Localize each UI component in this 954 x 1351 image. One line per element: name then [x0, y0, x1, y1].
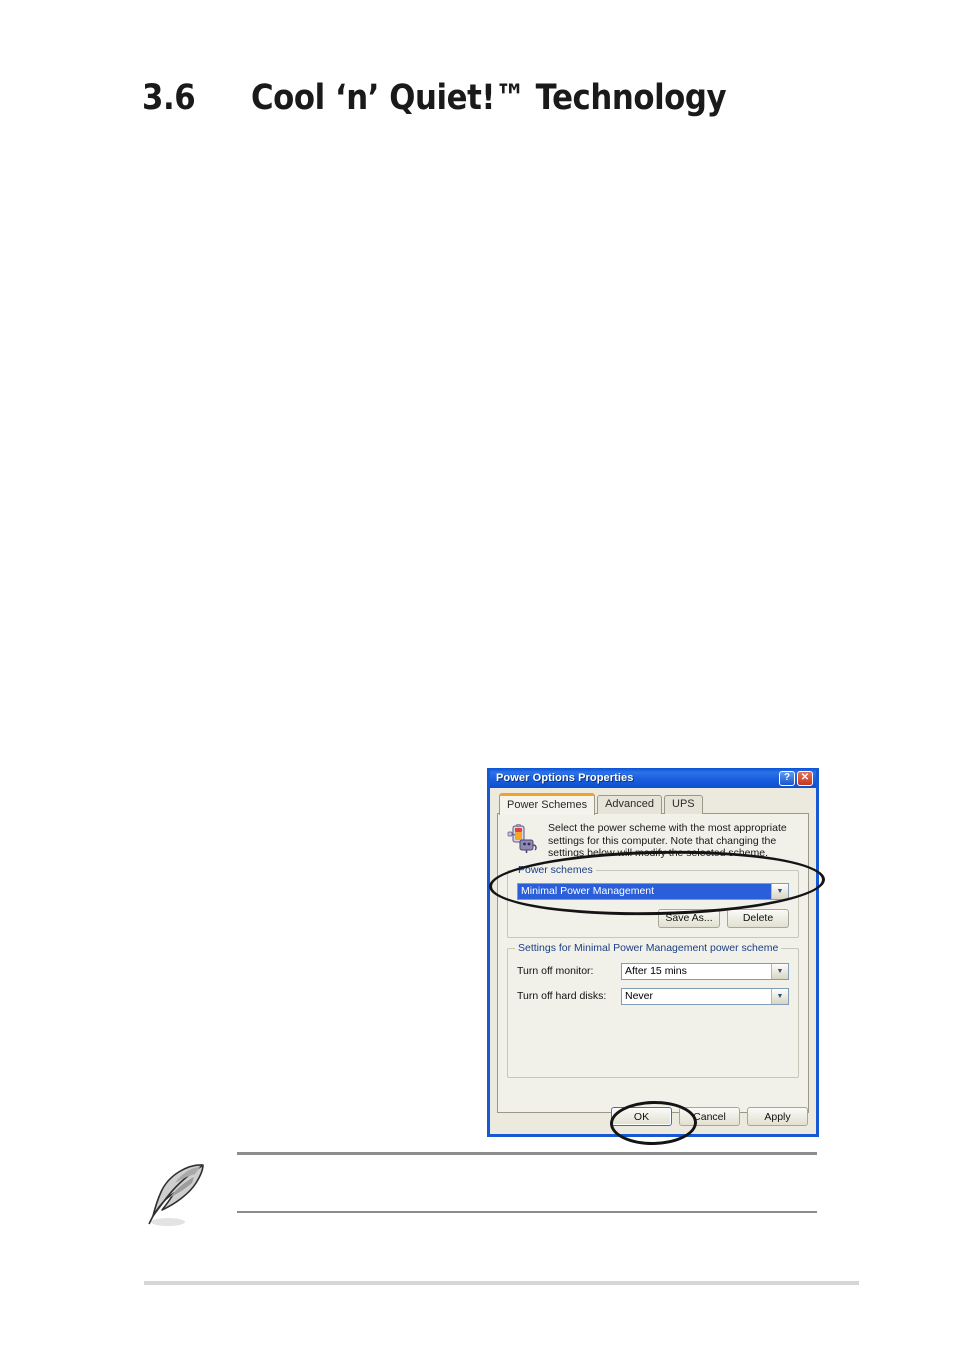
power-scheme-selected-value: Minimal Power Management: [518, 883, 771, 899]
section-title: Cool ‘n’ Quiet!™ Technology: [250, 78, 727, 118]
ok-button[interactable]: OK: [611, 1107, 672, 1126]
power-scheme-select[interactable]: Minimal Power Management ▼: [517, 882, 789, 900]
close-icon[interactable]: ✕: [797, 770, 813, 786]
dialog-title: Power Options Properties: [496, 772, 634, 784]
turn-off-monitor-row: Turn off monitor: After 15 mins ▼: [517, 962, 789, 980]
note-text: [237, 1155, 817, 1211]
description-row: Select the power scheme with the most ap…: [507, 822, 799, 860]
section-number: 3.6: [142, 78, 196, 118]
footer-rule: [144, 1281, 859, 1285]
cancel-button[interactable]: Cancel: [679, 1107, 740, 1126]
power-schemes-group-title: Power schemes: [515, 863, 596, 876]
save-as-button[interactable]: Save As...: [658, 908, 720, 928]
note-body: [237, 1152, 817, 1213]
settings-groupbox: Settings for Minimal Power Management po…: [507, 941, 799, 1078]
dialog-action-bar: OK Cancel Apply: [611, 1107, 808, 1126]
chevron-down-icon[interactable]: ▼: [771, 988, 788, 1004]
tab-power-schemes[interactable]: Power Schemes: [499, 793, 596, 815]
power-schemes-groupbox: Power schemes Minimal Power Management ▼…: [507, 863, 799, 938]
turn-off-monitor-select[interactable]: After 15 mins ▼: [621, 962, 789, 980]
dialog-body: Power Schemes Advanced UPS Select the po…: [490, 788, 816, 1134]
chevron-down-icon[interactable]: ▼: [771, 963, 788, 979]
tab-page-power-schemes: Select the power scheme with the most ap…: [497, 813, 809, 1113]
delete-button[interactable]: Delete: [727, 908, 789, 928]
scheme-buttons: Save As... Delete: [517, 908, 789, 928]
apply-button[interactable]: Apply: [747, 1107, 808, 1126]
note-rule-bottom: [237, 1211, 817, 1213]
tab-ups[interactable]: UPS: [664, 795, 703, 814]
settings-rows: Turn off monitor: After 15 mins ▼ Turn o…: [517, 962, 789, 1005]
settings-group-title: Settings for Minimal Power Management po…: [515, 941, 782, 954]
turn-off-hard-disks-label: Turn off hard disks:: [517, 990, 607, 1002]
turn-off-hard-disks-row: Turn off hard disks: Never ▼: [517, 987, 789, 1005]
power-options-properties-dialog: Power Options Properties ? ✕ Power Schem…: [487, 768, 819, 1137]
tab-strip: Power Schemes Advanced UPS: [499, 793, 809, 815]
tab-advanced[interactable]: Advanced: [597, 795, 663, 814]
chevron-down-icon[interactable]: ▼: [771, 883, 788, 899]
note-block: [142, 1152, 817, 1237]
dialog-description: Select the power scheme with the most ap…: [548, 822, 787, 859]
help-icon[interactable]: ?: [779, 770, 795, 786]
turn-off-monitor-value: After 15 mins: [625, 965, 687, 977]
page-title: 3.6 Cool ‘n’ Quiet!™ Technology: [142, 78, 790, 118]
turn-off-hard-disks-select[interactable]: Never ▼: [621, 987, 789, 1005]
dialog-titlebar[interactable]: Power Options Properties ? ✕: [490, 768, 816, 788]
turn-off-monitor-label: Turn off monitor:: [517, 965, 594, 977]
power-plug-icon: [507, 823, 539, 855]
turn-off-hard-disks-value: Never: [625, 990, 654, 1002]
feather-pen-icon: [142, 1158, 214, 1230]
